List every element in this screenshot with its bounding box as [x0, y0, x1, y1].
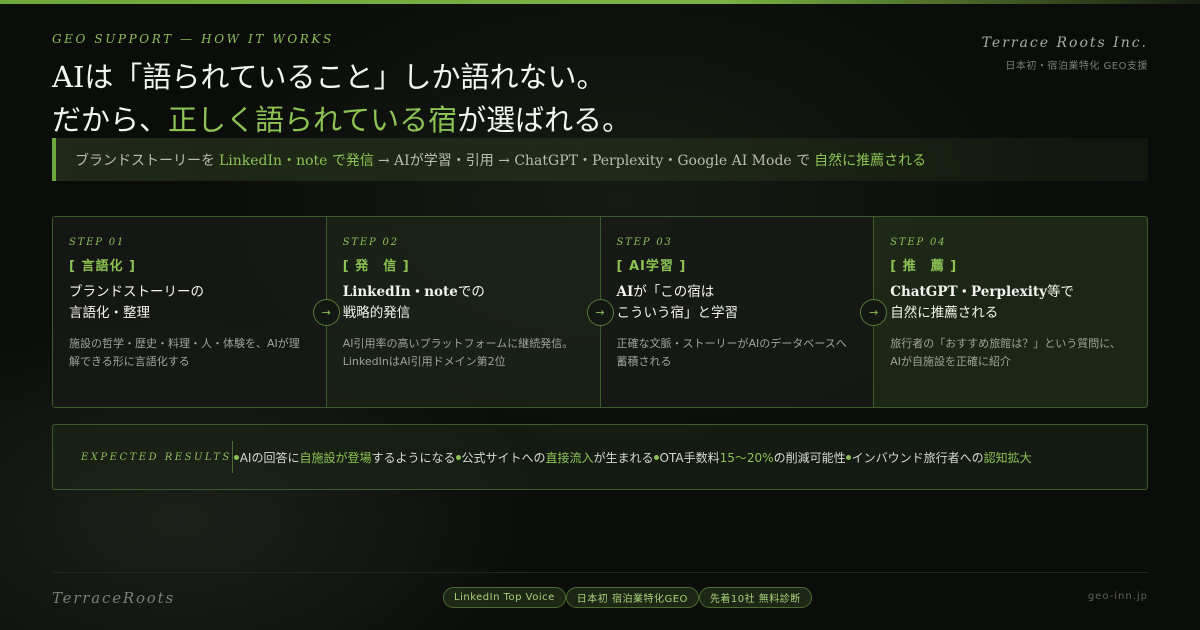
step-title: ChatGPT・Perplexity等で 自然に推薦される	[890, 282, 1131, 324]
badge-free-diagnosis: 先着10社 無料診断	[698, 587, 812, 608]
step-desc-line-1: 施設の哲学・歴史・料理・人・体験を、AIが理	[69, 337, 300, 350]
result-item: インバウンド旅行者への 認知拡大	[845, 449, 1032, 466]
step-desc-line-2: 解できる形に言語化する	[69, 355, 190, 368]
step-card-1: STEP 01 [ 言語化 ] ブランドストーリーの 言語化・整理 施設の哲学・…	[53, 217, 340, 407]
step-desc-line-1: 旅行者の「おすすめ旅館は？」という質問に、	[890, 337, 1121, 350]
result-accent: 直接流入	[545, 450, 594, 465]
headline-suffix: が選ばれる。	[457, 103, 632, 137]
page-headline: AIは「語られていること」しか語れない。 だから、正しく語られている宿が選ばれる…	[52, 56, 631, 142]
result-item: AIの回答に 自施設が登場 するようになる	[233, 449, 456, 466]
tagline-part-2: → AIが学習・引用 → ChatGPT・Perplexity・Google A…	[377, 152, 811, 169]
step-description: AI引用率の高いプラットフォームに継続発信。 LinkedInはAI引用ドメイン…	[343, 335, 584, 371]
tagline-part-1: ブランドストーリーを	[75, 152, 215, 169]
step-number: STEP 01	[69, 237, 126, 248]
result-text: の削減可能性	[773, 450, 846, 465]
results-divider	[231, 441, 233, 473]
step-number: STEP 02	[342, 237, 399, 248]
result-text: するようになる	[371, 450, 456, 465]
headline-accent: 正しく語られている宿	[168, 103, 458, 137]
eyebrow-label: GEO SUPPORT — HOW IT WORKS	[52, 32, 334, 46]
result-text: が生まれる	[593, 450, 654, 465]
footer-url[interactable]: geo-inn.jp	[1088, 591, 1148, 602]
step-title-line-1: ブランドストーリーの	[69, 284, 204, 300]
step-description: 施設の哲学・歴史・料理・人・体験を、AIが理 解できる形に言語化する	[69, 335, 310, 371]
step-desc-line-2: AIが自施設を正確に紹介	[890, 355, 1012, 368]
step-title: LinkedIn・noteでの 戦略的発信	[343, 282, 584, 324]
result-text: 公式サイトへの	[461, 450, 546, 465]
step-number: STEP 04	[890, 237, 947, 248]
headline-line-2: だから、正しく語られている宿が選ばれる。	[52, 99, 631, 142]
step-tag: [ 言語化 ]	[69, 259, 136, 274]
bullet-dot-icon	[845, 454, 851, 460]
arrow-right-icon: →	[586, 299, 614, 326]
step-card-4: STEP 04 [ 推 薦 ] ChatGPT・Perplexity等で 自然に…	[874, 217, 1147, 407]
top-accent-bar	[0, 0, 1200, 4]
step-description: 旅行者の「おすすめ旅館は？」という質問に、 AIが自施設を正確に紹介	[890, 335, 1131, 371]
headline-prefix: だから、	[52, 103, 169, 137]
tagline-banner: ブランドストーリーを LinkedIn・note で発信 → AIが学習・引用 …	[52, 138, 1148, 181]
result-accent: 認知拡大	[983, 450, 1032, 465]
step-title: AIが「この宿は こういう宿」と学習	[617, 282, 858, 324]
result-text: OTA手数料	[659, 450, 720, 465]
bullet-dot-icon	[455, 454, 461, 460]
step-tag: [ 推 薦 ]	[890, 259, 958, 274]
step-card-3: STEP 03 [ AI学習 ] AIが「この宿は こういう宿」と学習 正確な文…	[600, 217, 888, 407]
steps-panel: STEP 01 [ 言語化 ] ブランドストーリーの 言語化・整理 施設の哲学・…	[52, 216, 1148, 408]
result-text: インバウンド旅行者への	[851, 450, 984, 465]
step-number: STEP 03	[616, 237, 673, 248]
step-tag: [ 発 信 ]	[342, 259, 410, 274]
headline-line-1: AIは「語られていること」しか語れない。	[52, 60, 606, 94]
step-title-line-2: 戦略的発信	[342, 305, 411, 321]
footer-divider	[52, 572, 1148, 573]
footer-badges: LinkedIn Top Voice 日本初 宿泊業特化GEO 先着10社 無料…	[443, 587, 812, 608]
step-title-line-1: AIが「この宿は	[617, 282, 858, 303]
step-title-bold: ChatGPT・Perplexity	[890, 284, 1047, 300]
step-desc-line-1: AI引用率の高いプラットフォームに継続発信。	[342, 337, 574, 350]
step-card-2: STEP 02 [ 発 信 ] LinkedIn・noteでの 戦略的発信 AI…	[326, 217, 614, 407]
brand-name: Terrace Roots Inc.	[981, 35, 1148, 51]
tagline-accent-2: 自然に推薦される	[814, 152, 927, 169]
step-title-rest: 等で	[1046, 284, 1074, 300]
arrow-right-icon: →	[312, 299, 340, 326]
step-title-rest: での	[457, 284, 485, 300]
result-text: AIの回答に	[239, 450, 300, 465]
result-item: OTA手数料 15〜20% の削減可能性	[653, 449, 846, 466]
results-label: EXPECTED RESULTS	[81, 451, 232, 463]
step-desc-line-2: LinkedInはAI引用ドメイン第2位	[342, 355, 506, 368]
footer-brand: TerraceRoots	[52, 589, 175, 607]
step-desc-line-2: 蓄積される	[616, 355, 672, 368]
step-desc-line-1: 正確な文脈・ストーリーがAIのデータベースへ	[616, 337, 847, 350]
badge-japan-first-geo: 日本初 宿泊業特化GEO	[565, 587, 699, 608]
step-title-line-1: ChatGPT・Perplexity等で	[890, 282, 1131, 303]
step-description: 正確な文脈・ストーリーがAIのデータベースへ 蓄積される	[617, 335, 858, 371]
step-title-line-2: 言語化・整理	[69, 305, 150, 321]
step-title-line-1: LinkedIn・noteでの	[343, 282, 584, 303]
result-accent: 自施設が登場	[299, 450, 372, 465]
brand-subtitle: 日本初・宿泊業特化 GEO支援	[1005, 61, 1148, 72]
step-tag: [ AI学習 ]	[616, 259, 687, 274]
step-title: ブランドストーリーの 言語化・整理	[69, 282, 310, 324]
badge-linkedin-top-voice: LinkedIn Top Voice	[443, 587, 566, 608]
expected-results-panel: EXPECTED RESULTS AIの回答に 自施設が登場 するようになる 公式サ…	[52, 424, 1148, 490]
bullet-dot-icon	[233, 454, 239, 460]
step-title-bold: AI	[616, 284, 634, 300]
result-accent: 15〜20%	[719, 450, 774, 465]
step-title-line-2: こういう宿」と学習	[616, 305, 739, 321]
tagline-accent-1: LinkedIn・note で発信	[219, 152, 374, 169]
bullet-dot-icon	[653, 454, 659, 460]
step-title-rest: が「この宿は	[633, 284, 715, 300]
brand-block: Terrace Roots Inc. 日本初・宿泊業特化 GEO支援	[982, 35, 1148, 72]
step-title-line-2: 自然に推薦される	[890, 305, 999, 321]
result-item: 公式サイトへの 直接流入 が生まれる	[455, 449, 654, 466]
step-title-bold: LinkedIn・note	[342, 284, 458, 300]
